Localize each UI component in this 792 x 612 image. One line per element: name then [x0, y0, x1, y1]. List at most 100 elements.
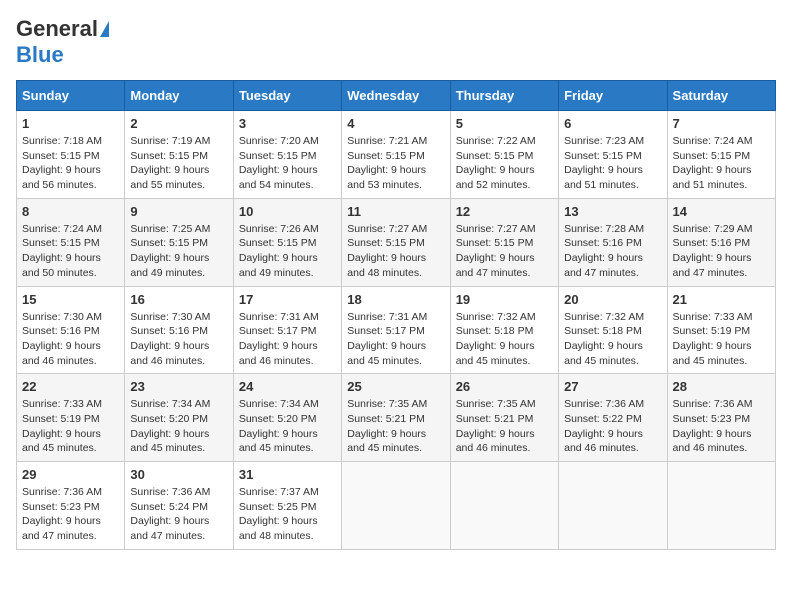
header-friday: Friday [559, 81, 667, 111]
calendar-cell: 22Sunrise: 7:33 AMSunset: 5:19 PMDayligh… [17, 374, 125, 462]
day-info: Sunrise: 7:26 AMSunset: 5:15 PMDaylight:… [239, 222, 336, 281]
day-number: 30 [130, 467, 227, 482]
header-saturday: Saturday [667, 81, 775, 111]
calendar-week-1: 1Sunrise: 7:18 AMSunset: 5:15 PMDaylight… [17, 111, 776, 199]
calendar-week-4: 22Sunrise: 7:33 AMSunset: 5:19 PMDayligh… [17, 374, 776, 462]
calendar-header-row: SundayMondayTuesdayWednesdayThursdayFrid… [17, 81, 776, 111]
day-info: Sunrise: 7:24 AMSunset: 5:15 PMDaylight:… [673, 134, 770, 193]
calendar-cell: 25Sunrise: 7:35 AMSunset: 5:21 PMDayligh… [342, 374, 450, 462]
day-info: Sunrise: 7:29 AMSunset: 5:16 PMDaylight:… [673, 222, 770, 281]
day-info: Sunrise: 7:30 AMSunset: 5:16 PMDaylight:… [130, 310, 227, 369]
calendar-cell: 28 Sunrise: 7:36 AMSunset: 5:23 PMDayligh… [667, 374, 775, 462]
calendar-cell: 13Sunrise: 7:28 AMSunset: 5:16 PMDayligh… [559, 198, 667, 286]
header-monday: Monday [125, 81, 233, 111]
calendar-cell: 1Sunrise: 7:18 AMSunset: 5:15 PMDaylight… [17, 111, 125, 199]
calendar-cell: 23Sunrise: 7:34 AMSunset: 5:20 PMDayligh… [125, 374, 233, 462]
day-info: Sunrise: 7:22 AMSunset: 5:15 PMDaylight:… [456, 134, 553, 193]
day-number: 16 [130, 292, 227, 307]
calendar-cell: 16 Sunrise: 7:30 AMSunset: 5:16 PMDayligh… [125, 286, 233, 374]
day-number: 21 [673, 292, 770, 307]
logo-blue-text: Blue [16, 42, 64, 67]
calendar-cell: 12Sunrise: 7:27 AMSunset: 5:15 PMDayligh… [450, 198, 558, 286]
day-number: 10 [239, 204, 336, 219]
day-info: Sunrise: 7:33 AMSunset: 5:19 PMDaylight:… [673, 310, 770, 369]
calendar-cell: 26 Sunrise: 7:35 AMSunset: 5:21 PMDayligh… [450, 374, 558, 462]
day-info: Sunrise: 7:35 AMSunset: 5:21 PMDaylight:… [347, 397, 444, 456]
day-info: Sunrise: 7:35 AMSunset: 5:21 PMDaylight:… [456, 397, 553, 456]
calendar-cell: 9 Sunrise: 7:25 AMSunset: 5:15 PMDaylight… [125, 198, 233, 286]
calendar-cell [342, 462, 450, 550]
page-header: General Blue [16, 16, 776, 68]
day-number: 17 [239, 292, 336, 307]
day-number: 24 [239, 379, 336, 394]
calendar-cell: 30 Sunrise: 7:36 AMSunset: 5:24 PMDayligh… [125, 462, 233, 550]
calendar-cell: 10 Sunrise: 7:26 AMSunset: 5:15 PMDayligh… [233, 198, 341, 286]
calendar-cell: 8 Sunrise: 7:24 AMSunset: 5:15 PMDaylight… [17, 198, 125, 286]
day-info: Sunrise: 7:24 AMSunset: 5:15 PMDaylight:… [22, 222, 119, 281]
day-number: 18 [347, 292, 444, 307]
day-number: 26 [456, 379, 553, 394]
day-number: 19 [456, 292, 553, 307]
calendar-week-3: 15 Sunrise: 7:30 AMSunset: 5:16 PMDayligh… [17, 286, 776, 374]
day-info: Sunrise: 7:30 AMSunset: 5:16 PMDaylight:… [22, 310, 119, 369]
day-info: Sunrise: 7:32 AMSunset: 5:18 PMDaylight:… [456, 310, 553, 369]
calendar-cell [667, 462, 775, 550]
day-number: 11 [347, 204, 444, 219]
calendar-week-2: 8 Sunrise: 7:24 AMSunset: 5:15 PMDaylight… [17, 198, 776, 286]
day-info: Sunrise: 7:20 AMSunset: 5:15 PMDaylight:… [239, 134, 336, 193]
calendar-cell: 11 Sunrise: 7:27 AMSunset: 5:15 PMDayligh… [342, 198, 450, 286]
day-number: 5 [456, 116, 553, 131]
day-number: 28 [673, 379, 770, 394]
logo-triangle-icon [100, 21, 109, 37]
day-info: Sunrise: 7:36 AMSunset: 5:23 PMDaylight:… [673, 397, 770, 456]
day-info: Sunrise: 7:37 AMSunset: 5:25 PMDaylight:… [239, 485, 336, 544]
day-info: Sunrise: 7:25 AMSunset: 5:15 PMDaylight:… [130, 222, 227, 281]
header-tuesday: Tuesday [233, 81, 341, 111]
day-number: 8 [22, 204, 119, 219]
calendar-cell: 27Sunrise: 7:36 AMSunset: 5:22 PMDayligh… [559, 374, 667, 462]
calendar-cell: 14 Sunrise: 7:29 AMSunset: 5:16 PMDayligh… [667, 198, 775, 286]
day-info: Sunrise: 7:36 AMSunset: 5:23 PMDaylight:… [22, 485, 119, 544]
day-number: 14 [673, 204, 770, 219]
day-info: Sunrise: 7:18 AMSunset: 5:15 PMDaylight:… [22, 134, 119, 193]
day-number: 31 [239, 467, 336, 482]
calendar-cell: 29Sunrise: 7:36 AMSunset: 5:23 PMDayligh… [17, 462, 125, 550]
calendar-cell: 5 Sunrise: 7:22 AMSunset: 5:15 PMDaylight… [450, 111, 558, 199]
day-number: 6 [564, 116, 661, 131]
calendar-cell [450, 462, 558, 550]
day-info: Sunrise: 7:21 AMSunset: 5:15 PMDaylight:… [347, 134, 444, 193]
day-number: 4 [347, 116, 444, 131]
calendar-cell: 20Sunrise: 7:32 AMSunset: 5:18 PMDayligh… [559, 286, 667, 374]
header-wednesday: Wednesday [342, 81, 450, 111]
calendar-cell: 19 Sunrise: 7:32 AMSunset: 5:18 PMDayligh… [450, 286, 558, 374]
day-info: Sunrise: 7:31 AMSunset: 5:17 PMDaylight:… [347, 310, 444, 369]
day-info: Sunrise: 7:19 AMSunset: 5:15 PMDaylight:… [130, 134, 227, 193]
day-number: 2 [130, 116, 227, 131]
day-number: 13 [564, 204, 661, 219]
day-number: 3 [239, 116, 336, 131]
day-number: 27 [564, 379, 661, 394]
day-info: Sunrise: 7:34 AMSunset: 5:20 PMDaylight:… [130, 397, 227, 456]
calendar-cell: 2 Sunrise: 7:19 AMSunset: 5:15 PMDaylight… [125, 111, 233, 199]
day-number: 22 [22, 379, 119, 394]
calendar-cell: 15 Sunrise: 7:30 AMSunset: 5:16 PMDayligh… [17, 286, 125, 374]
day-info: Sunrise: 7:36 AMSunset: 5:24 PMDaylight:… [130, 485, 227, 544]
calendar-cell [559, 462, 667, 550]
day-number: 12 [456, 204, 553, 219]
calendar-cell: 24 Sunrise: 7:34 AMSunset: 5:20 PMDayligh… [233, 374, 341, 462]
header-sunday: Sunday [17, 81, 125, 111]
day-number: 15 [22, 292, 119, 307]
calendar-cell: 4 Sunrise: 7:21 AMSunset: 5:15 PMDaylight… [342, 111, 450, 199]
day-info: Sunrise: 7:27 AMSunset: 5:15 PMDaylight:… [347, 222, 444, 281]
calendar-cell: 21 Sunrise: 7:33 AMSunset: 5:19 PMDayligh… [667, 286, 775, 374]
day-info: Sunrise: 7:31 AMSunset: 5:17 PMDaylight:… [239, 310, 336, 369]
day-info: Sunrise: 7:34 AMSunset: 5:20 PMDaylight:… [239, 397, 336, 456]
day-number: 7 [673, 116, 770, 131]
day-info: Sunrise: 7:23 AMSunset: 5:15 PMDaylight:… [564, 134, 661, 193]
calendar-cell: 6 Sunrise: 7:23 AMSunset: 5:15 PMDaylight… [559, 111, 667, 199]
day-number: 9 [130, 204, 227, 219]
calendar-cell: 3 Sunrise: 7:20 AMSunset: 5:15 PMDaylight… [233, 111, 341, 199]
calendar-table: SundayMondayTuesdayWednesdayThursdayFrid… [16, 80, 776, 550]
calendar-cell: 7 Sunrise: 7:24 AMSunset: 5:15 PMDaylight… [667, 111, 775, 199]
logo-general-text: General [16, 16, 98, 42]
